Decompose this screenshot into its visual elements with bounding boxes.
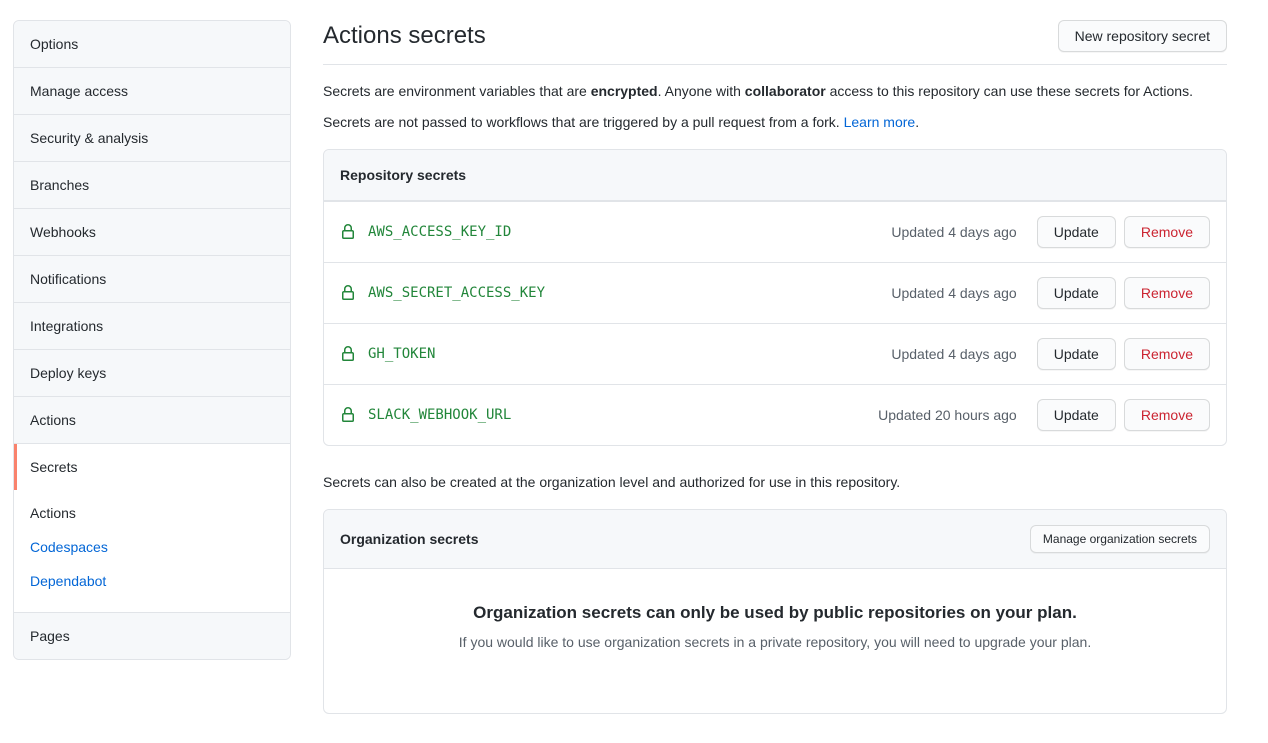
lock-icon xyxy=(340,224,356,240)
repository-secrets-header: Repository secrets xyxy=(324,150,1226,201)
intro-bold-collaborator: collaborator xyxy=(745,83,826,99)
organization-note: Secrets can also be created at the organ… xyxy=(323,472,1227,493)
organization-secrets-header: Organization secrets Manage organization… xyxy=(324,510,1226,569)
intro-text-3: access to this repository can use these … xyxy=(826,83,1193,99)
sidebar-item-options[interactable]: Options xyxy=(14,21,290,68)
learn-more-link[interactable]: Learn more xyxy=(844,114,916,130)
sidebar-item-notifications[interactable]: Notifications xyxy=(14,256,290,303)
settings-sidebar: Options Manage access Security & analysi… xyxy=(13,20,291,660)
secret-row: AWS_ACCESS_KEY_ID Updated 4 days ago Upd… xyxy=(324,201,1226,262)
organization-secrets-title: Organization secrets xyxy=(340,531,479,547)
secret-updated: Updated 4 days ago xyxy=(891,224,1016,240)
intro-text: Secrets are environment variables that a… xyxy=(323,81,1227,133)
main-content: Actions secrets New repository secret Se… xyxy=(323,20,1227,714)
submenu-item-actions[interactable]: Actions xyxy=(14,496,290,530)
lock-icon xyxy=(340,346,356,362)
secret-row: AWS_SECRET_ACCESS_KEY Updated 4 days ago… xyxy=(324,262,1226,323)
remove-button[interactable]: Remove xyxy=(1124,338,1210,370)
organization-secrets-box: Organization secrets Manage organization… xyxy=(323,509,1227,714)
lock-icon xyxy=(340,407,356,423)
new-repository-secret-button[interactable]: New repository secret xyxy=(1058,20,1227,52)
manage-organization-secrets-button[interactable]: Manage organization secrets xyxy=(1030,525,1210,553)
intro-text-4: Secrets are not passed to workflows that… xyxy=(323,114,844,130)
remove-button[interactable]: Remove xyxy=(1124,399,1210,431)
secrets-submenu: Actions Codespaces Dependabot xyxy=(14,490,290,613)
page-header: Actions secrets New repository secret xyxy=(323,20,1227,65)
intro-line-1: Secrets are environment variables that a… xyxy=(323,81,1227,102)
update-button[interactable]: Update xyxy=(1037,338,1116,370)
secret-updated: Updated 4 days ago xyxy=(891,285,1016,301)
organization-secrets-blankslate: Organization secrets can only be used by… xyxy=(324,569,1226,713)
settings-page: Options Manage access Security & analysi… xyxy=(0,0,1268,714)
intro-line-2: Secrets are not passed to workflows that… xyxy=(323,112,1227,133)
remove-button[interactable]: Remove xyxy=(1124,277,1210,309)
sidebar-item-secrets[interactable]: Secrets xyxy=(14,444,290,490)
remove-button[interactable]: Remove xyxy=(1124,216,1210,248)
secret-name: GH_TOKEN xyxy=(368,346,891,362)
repository-secrets-title: Repository secrets xyxy=(340,167,466,183)
blankslate-heading: Organization secrets can only be used by… xyxy=(364,603,1186,623)
submenu-item-codespaces[interactable]: Codespaces xyxy=(14,530,290,564)
update-button[interactable]: Update xyxy=(1037,277,1116,309)
intro-text-1: Secrets are environment variables that a… xyxy=(323,83,591,99)
sidebar-item-actions[interactable]: Actions xyxy=(14,397,290,444)
update-button[interactable]: Update xyxy=(1037,216,1116,248)
sidebar-item-security-analysis[interactable]: Security & analysis xyxy=(14,115,290,162)
intro-text-2: . Anyone with xyxy=(658,83,745,99)
secret-updated: Updated 20 hours ago xyxy=(878,407,1017,423)
sidebar-item-branches[interactable]: Branches xyxy=(14,162,290,209)
secret-row: SLACK_WEBHOOK_URL Updated 20 hours ago U… xyxy=(324,384,1226,445)
intro-text-5: . xyxy=(915,114,919,130)
sidebar-item-integrations[interactable]: Integrations xyxy=(14,303,290,350)
secret-updated: Updated 4 days ago xyxy=(891,346,1016,362)
sidebar-item-manage-access[interactable]: Manage access xyxy=(14,68,290,115)
sidebar-item-pages[interactable]: Pages xyxy=(14,613,290,659)
secret-name: SLACK_WEBHOOK_URL xyxy=(368,407,878,423)
sidebar-item-deploy-keys[interactable]: Deploy keys xyxy=(14,350,290,397)
secret-name: AWS_SECRET_ACCESS_KEY xyxy=(368,285,891,301)
sidebar-item-webhooks[interactable]: Webhooks xyxy=(14,209,290,256)
update-button[interactable]: Update xyxy=(1037,399,1116,431)
lock-icon xyxy=(340,285,356,301)
submenu-item-dependabot[interactable]: Dependabot xyxy=(14,564,290,598)
page-title: Actions secrets xyxy=(323,21,486,51)
blankslate-text: If you would like to use organization se… xyxy=(364,632,1186,653)
secret-name: AWS_ACCESS_KEY_ID xyxy=(368,224,891,240)
secret-row: GH_TOKEN Updated 4 days ago Update Remov… xyxy=(324,323,1226,384)
repository-secrets-box: Repository secrets AWS_ACCESS_KEY_ID Upd… xyxy=(323,149,1227,446)
intro-bold-encrypted: encrypted xyxy=(591,83,658,99)
